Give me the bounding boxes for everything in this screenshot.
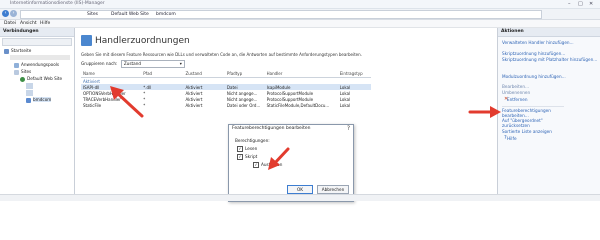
dialog-title: Featureberechtigungen bearbeiten [229,125,353,133]
action-remove[interactable]: ✕ Entfernen [504,96,528,103]
action-rename[interactable]: Umbenennen [502,90,530,95]
column-header-handler[interactable]: Handler [264,70,338,78]
cell-pfadtyp: Datei oder Ord... [226,102,261,108]
groupby-label: Gruppieren nach: [81,61,118,66]
action-edit[interactable]: Bearbeiten... [502,84,529,89]
tree-item-server-redacted[interactable] [10,55,70,60]
tree-item-default-web-site[interactable]: Default Web Site [20,76,62,82]
annotation-arrow-icon [110,86,144,118]
connections-toolbar[interactable] [2,38,72,46]
page-description: Geben Sie mit diesem Feature Ressourcen … [81,52,362,57]
minimize-icon[interactable]: – [568,1,571,7]
column-header-zustand[interactable]: Zustand [183,70,225,78]
cell-handler: StaticFileModule,DefaultDocu... [266,102,330,108]
help-icon[interactable]: ? [347,125,350,132]
handler-mappings-icon [81,35,92,46]
action-edit-feature-permissions[interactable]: Featureberechtigungen bearbeiten... [502,106,564,118]
column-header-name[interactable]: Name [81,70,142,78]
globe-icon [20,76,25,82]
close-icon[interactable]: ✕ [589,1,593,7]
menu-bar: Datei Ansicht Hilfe [0,20,600,28]
tree-item-bmdcom[interactable]: bmdcom [26,97,52,103]
annotation-arrow-icon [468,106,501,118]
action-revert-to-parent[interactable]: Auf "übergeordnet" zurücksetzen [502,118,564,128]
folder-icon [14,69,19,75]
chevron-down-icon: ▾ [179,61,182,66]
action-help[interactable]: ? Hilfe [504,135,517,142]
menu-item-datei[interactable]: Datei [4,21,16,26]
back-button[interactable]: ‹ [2,10,9,17]
action-add-script-map[interactable]: Skriptzuordnung hinzufügen... [502,51,565,56]
groupby-select[interactable]: Zustand ▾ [120,60,185,68]
cell-eintragstyp: Lokal [339,102,351,108]
menu-item-ansicht[interactable]: Ansicht [20,21,37,26]
remove-icon: ✕ [504,96,509,102]
title-bar: Internetinformationsdienste (IIS)-Manage… [0,0,600,9]
checkbox-icon: ✓ [237,154,243,160]
app-icon [26,97,31,103]
cancel-button[interactable]: Abbrechen [317,185,349,194]
annotation-arrow-icon [268,147,290,170]
breadcrumb[interactable]: Sites Default Web Site bmdcom [20,10,542,19]
actions-header: Aktionen [498,28,600,37]
permissions-label: Berechtigungen: [235,138,270,143]
tree-item-apppools[interactable]: Anwendungspools [14,62,59,68]
tree-item-sites[interactable]: Sites [14,69,31,75]
action-add-module-mapping[interactable]: Modulzuordnung hinzufügen... [502,74,566,79]
checkbox-lesen[interactable]: ✓ Lesen [237,146,257,152]
action-view-ordered-list[interactable]: Sortierte Liste anzeigen [502,129,552,134]
folder-icon[interactable] [26,83,33,89]
maximize-icon[interactable]: □ [578,1,583,7]
home-icon [4,48,9,54]
page-title: Handlerzuordnungen [95,36,190,46]
groupby-control: Gruppieren nach: Zustand ▾ [81,60,185,68]
column-header-pfadtyp[interactable]: Pfadtyp [224,70,265,78]
checkbox-icon: ✓ [253,162,259,168]
checkbox-skript[interactable]: ✓ Skript [237,154,257,160]
action-add-wildcard-script-map[interactable]: Skriptzuordnung mit Platzhalter hinzufüg… [502,57,597,62]
breadcrumb-item[interactable]: Default Web Site [111,12,149,17]
cell-zustand: Aktiviert [185,102,203,108]
ok-button[interactable]: OK [287,185,313,194]
status-bar [0,194,600,201]
connections-pane: Verbindungen Startseite Anwendungspools … [0,28,75,200]
menu-item-hilfe[interactable]: Hilfe [40,21,50,26]
address-bar: ‹ › Sites Default Web Site bmdcom [0,9,600,20]
actions-pane: Aktionen Verwalteten Handler hinzufügen.… [497,28,600,200]
tree-item-startseite[interactable]: Startseite [4,48,31,54]
connections-header: Verbindungen [0,28,74,37]
column-header-pfad[interactable]: Pfad [141,70,184,78]
column-header-eintragstyp[interactable]: Eintragstyp [337,70,371,78]
table-header-row: Name Pfad Zustand Pfadtyp Handler Eintra… [81,70,371,78]
action-add-managed-handler[interactable]: Verwalteten Handler hinzufügen... [502,40,574,45]
app-pool-icon [14,62,19,68]
checkbox-icon: ✓ [237,146,243,152]
forward-button[interactable]: › [10,10,17,17]
breadcrumb-item[interactable]: bmdcom [156,12,176,17]
folder-icon[interactable] [26,90,33,96]
breadcrumb-item[interactable]: Sites [87,12,98,17]
help-icon: ? [504,135,507,141]
window-title: Internetinformationsdienste (IIS)-Manage… [10,1,105,6]
